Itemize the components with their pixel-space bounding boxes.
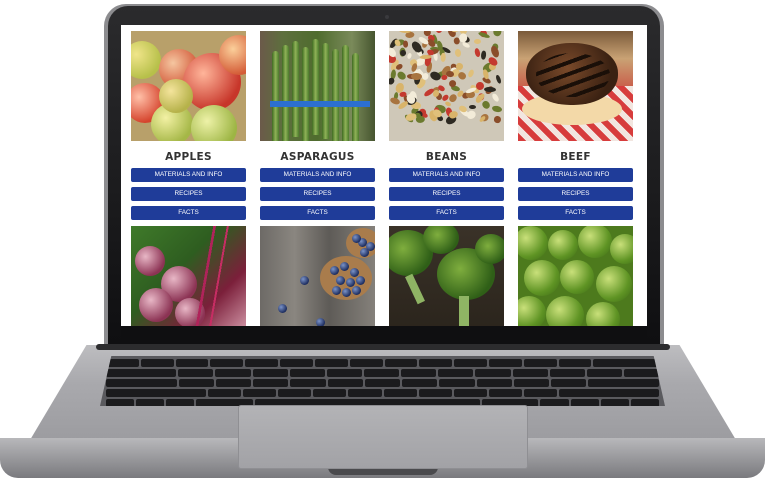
brussels-sprouts-photo[interactable] <box>518 226 633 326</box>
recipes-button[interactable]: RECIPES <box>260 187 375 201</box>
keyboard-row <box>106 359 659 367</box>
product-card-asparagus: ASPARAGUS MATERIALS AND INFO RECIPES FAC… <box>260 31 375 225</box>
product-card-beets <box>131 226 246 326</box>
product-title: APPLES <box>165 151 212 163</box>
keyboard-row <box>106 369 660 377</box>
product-card-blueberries <box>260 226 375 326</box>
beets-photo[interactable] <box>131 226 246 326</box>
laptop-hinge <box>96 344 670 350</box>
product-title: BEANS <box>425 151 468 163</box>
product-title: BEEF <box>560 151 591 163</box>
keyboard-row <box>106 379 659 387</box>
product-card-brussels-sprouts <box>518 226 633 326</box>
product-grid: APPLES MATERIALS AND INFO RECIPES FACTS … <box>131 31 635 326</box>
blueberries-photo[interactable] <box>260 226 375 326</box>
materials-and-info-button[interactable]: MATERIALS AND INFO <box>389 168 504 182</box>
facts-button[interactable]: FACTS <box>518 206 633 220</box>
product-card-beans: BEANS MATERIALS AND INFO RECIPES FACTS <box>389 31 504 225</box>
apples-photo[interactable] <box>131 31 246 141</box>
keyboard <box>100 356 665 406</box>
laptop-screen: APPLES MATERIALS AND INFO RECIPES FACTS … <box>121 25 647 326</box>
materials-and-info-button[interactable]: MATERIALS AND INFO <box>131 168 246 182</box>
product-card-beef: BEEF MATERIALS AND INFO RECIPES FACTS <box>518 31 633 225</box>
beans-photo[interactable] <box>389 31 504 141</box>
product-card-broccoli <box>389 226 504 326</box>
facts-button[interactable]: FACTS <box>260 206 375 220</box>
product-title: ASPARAGUS <box>280 151 355 163</box>
recipes-button[interactable]: RECIPES <box>518 187 633 201</box>
facts-button[interactable]: FACTS <box>389 206 504 220</box>
beef-photo[interactable] <box>518 31 633 141</box>
recipes-button[interactable]: RECIPES <box>131 187 246 201</box>
product-card-apples: APPLES MATERIALS AND INFO RECIPES FACTS <box>131 31 246 225</box>
trackpad[interactable] <box>238 405 528 469</box>
webcam-icon <box>385 15 389 19</box>
facts-button[interactable]: FACTS <box>131 206 246 220</box>
asparagus-photo[interactable] <box>260 31 375 141</box>
broccoli-photo[interactable] <box>389 226 504 326</box>
recipes-button[interactable]: RECIPES <box>389 187 504 201</box>
materials-and-info-button[interactable]: MATERIALS AND INFO <box>260 168 375 182</box>
keyboard-row <box>106 389 659 397</box>
materials-and-info-button[interactable]: MATERIALS AND INFO <box>518 168 633 182</box>
